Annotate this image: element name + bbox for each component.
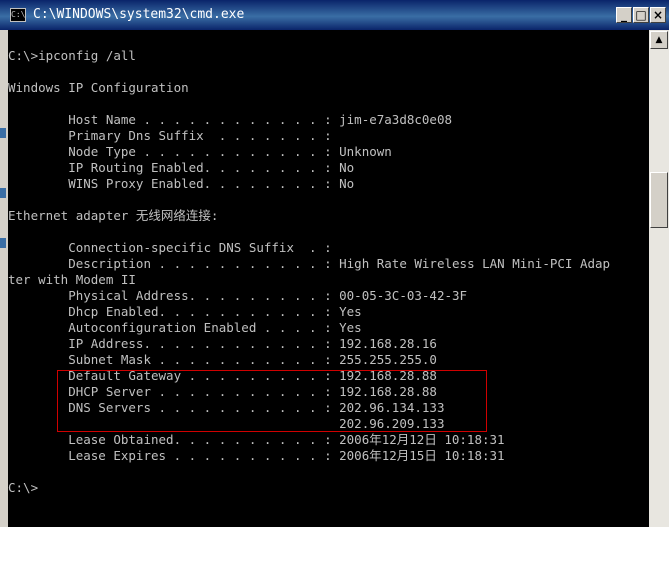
cmd-icon[interactable]: C:\ [10,8,26,22]
console-line: Lease Obtained. . . . . . . . . . : 2006… [8,432,505,447]
window-left-border [0,30,8,527]
console-output[interactable]: C:\>ipconfig /all Windows IP Configuratio… [8,30,649,527]
background-window-edge [0,238,6,248]
console-line: Node Type . . . . . . . . . . . . : Unkn… [8,144,392,159]
scrollbar-thumb[interactable] [650,172,668,228]
console-line: Autoconfiguration Enabled . . . . : Yes [8,320,362,335]
console-line: C:\>ipconfig /all [8,48,136,63]
console-line: Lease Expires . . . . . . . . . . : 2006… [8,448,505,463]
console-line: IP Routing Enabled. . . . . . . . : No [8,160,355,175]
console-line: ter with Modem II [8,272,136,287]
background-window-edge [0,128,6,138]
console-line: Dhcp Enabled. . . . . . . . . . . : Yes [8,304,362,319]
console-line: Subnet Mask . . . . . . . . . . . : 255.… [8,352,437,367]
console-line: Description . . . . . . . . . . . : High… [8,256,611,271]
cmd-window: C:\ C:\WINDOWS\system32\cmd.exe _ □ × C:… [0,0,669,527]
scroll-up-arrow-icon[interactable]: ▲ [650,31,668,49]
vertical-scrollbar[interactable]: ▲ [649,30,669,527]
background-window-edge [0,188,6,198]
window-title: C:\WINDOWS\system32\cmd.exe [33,7,245,22]
minimize-button[interactable]: _ [616,7,632,23]
title-bar[interactable]: C:\ C:\WINDOWS\system32\cmd.exe _ □ × [0,0,669,30]
console-line: Host Name . . . . . . . . . . . . : jim-… [8,112,453,127]
console-line: Windows IP Configuration [8,80,189,95]
console-line: IP Address. . . . . . . . . . . . : 192.… [8,336,437,351]
console-line: Physical Address. . . . . . . . . : 00-0… [8,288,468,303]
close-button[interactable]: × [650,7,666,23]
console-line: Ethernet adapter 无线网络连接: [8,208,219,223]
highlight-annotation-box [57,370,487,432]
console-line: WINS Proxy Enabled. . . . . . . . : No [8,176,355,191]
console-line: C:\> [8,480,39,495]
console-line: Primary Dns Suffix . . . . . . . : [8,128,332,143]
maximize-button[interactable]: □ [633,7,649,23]
console-line: Connection-specific DNS Suffix . : [8,240,332,255]
